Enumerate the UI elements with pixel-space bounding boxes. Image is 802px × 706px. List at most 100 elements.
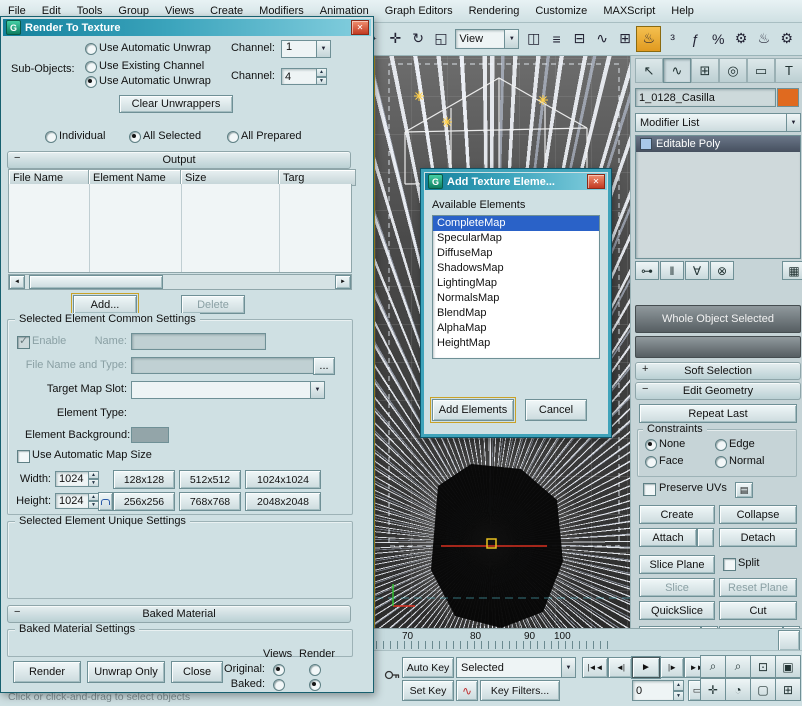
- menu-graph-editors[interactable]: Graph Editors: [377, 1, 461, 21]
- preserve-uvs-checkbox[interactable]: [643, 483, 656, 496]
- sub-auto-unwrap-radio[interactable]: [85, 76, 97, 88]
- pan-icon[interactable]: ✛: [700, 678, 726, 701]
- object-auto-unwrap-radio[interactable]: [85, 43, 97, 55]
- tab-hierarchy-icon[interactable]: ⊞: [691, 58, 719, 83]
- arc-rotate-icon[interactable]: ◔: [725, 678, 751, 701]
- size-2048-button[interactable]: 2048x2048: [245, 492, 321, 511]
- quick-render-icon[interactable]: ♨: [752, 27, 775, 51]
- settings-gear-icon[interactable]: ⚙: [730, 27, 753, 51]
- curve-editor-icon[interactable]: ∿: [591, 27, 614, 51]
- dropdown-arrow-icon[interactable]: [786, 114, 800, 131]
- tab-modify-icon[interactable]: ∿: [663, 58, 691, 83]
- original-views-radio[interactable]: [273, 664, 285, 676]
- list-item-blendmap[interactable]: BlendMap: [433, 306, 599, 321]
- object-color-swatch[interactable]: [777, 88, 799, 107]
- width-field[interactable]: 1024: [55, 471, 92, 487]
- go-to-start-button[interactable]: |◄◄: [582, 657, 608, 678]
- menu-rendering[interactable]: Rendering: [461, 1, 528, 21]
- enable-checkbox[interactable]: [17, 336, 30, 349]
- collapse-button[interactable]: Collapse: [719, 505, 797, 524]
- width-spinner[interactable]: [88, 471, 99, 487]
- element-background-swatch[interactable]: [131, 427, 169, 443]
- soft-selection-rollup[interactable]: + Soft Selection: [635, 362, 801, 380]
- scale-tool-icon[interactable]: ◱: [430, 27, 453, 51]
- list-item-heightmap[interactable]: HeightMap: [433, 336, 599, 351]
- preserve-uvs-settings-button[interactable]: ▤: [735, 482, 753, 498]
- frame-spinner[interactable]: [673, 680, 684, 701]
- configure-modifier-sets-icon[interactable]: ▦: [782, 261, 802, 280]
- use-existing-channel-radio[interactable]: [85, 61, 97, 73]
- pin-stack-icon[interactable]: ⊶: [635, 261, 659, 280]
- timeline-end-button[interactable]: [778, 630, 800, 651]
- clear-unwrappers-button[interactable]: Clear Unwrappers: [119, 95, 233, 113]
- all-selected-radio[interactable]: [129, 131, 141, 143]
- size-512-button[interactable]: 512x512: [179, 470, 241, 489]
- size-768-button[interactable]: 768x768: [179, 492, 241, 511]
- modifier-list-dropdown[interactable]: Modifier List: [635, 113, 801, 132]
- menu-customize[interactable]: Customize: [527, 1, 595, 21]
- selection-set-dropdown[interactable]: Selected: [456, 657, 576, 678]
- layer-manager-icon[interactable]: ⊟: [568, 27, 591, 51]
- channel-sub-spinner[interactable]: [316, 68, 327, 85]
- set-key-button[interactable]: Set Key: [402, 680, 454, 701]
- render-percent-icon[interactable]: %: [707, 27, 730, 51]
- next-frame-button[interactable]: |►: [660, 657, 684, 678]
- unwrap-only-button[interactable]: Unwrap Only: [87, 661, 165, 683]
- tab-create-icon[interactable]: ↖: [635, 58, 663, 83]
- align-tool-icon[interactable]: ≡: [545, 27, 568, 51]
- previous-frame-button[interactable]: ◄|: [608, 657, 632, 678]
- create-button[interactable]: Create: [639, 505, 715, 524]
- new-key-filter-icon[interactable]: ∿: [456, 680, 478, 701]
- material-editor-icon[interactable]: ƒ: [684, 27, 707, 51]
- render-button[interactable]: Render: [13, 661, 81, 683]
- object-name-field[interactable]: 1_0128_Casilla: [635, 88, 776, 107]
- make-unique-icon[interactable]: ∀: [685, 261, 709, 280]
- file-name-field[interactable]: [131, 357, 314, 374]
- list-item-specularmap[interactable]: SpecularMap: [433, 231, 599, 246]
- show-end-result-icon[interactable]: ‖: [660, 261, 684, 280]
- zoom-all-icon[interactable]: ⌕: [725, 655, 751, 678]
- zoom-extents-icon[interactable]: ⊡: [750, 655, 776, 678]
- channel-top-dropdown[interactable]: 1: [281, 40, 331, 58]
- close-icon[interactable]: ✕: [587, 174, 605, 189]
- output-table-body[interactable]: [8, 184, 352, 273]
- height-field[interactable]: 1024: [55, 493, 92, 509]
- baked-render-radio[interactable]: [309, 679, 321, 691]
- stack-item-editable-poly[interactable]: Editable Poly: [636, 136, 800, 152]
- attach-options-button[interactable]: [697, 528, 714, 547]
- dropdown-arrow-icon[interactable]: [561, 658, 575, 677]
- render-setup-icon[interactable]: ♨: [636, 26, 661, 52]
- schematic-view-icon[interactable]: ⊞: [614, 27, 637, 51]
- cancel-button[interactable]: Cancel: [525, 399, 587, 421]
- zoom-icon[interactable]: ⌕: [700, 655, 726, 678]
- list-item-lightingmap[interactable]: LightingMap: [433, 276, 599, 291]
- move-tool-icon[interactable]: ✛: [384, 27, 407, 51]
- target-map-slot-dropdown[interactable]: [131, 381, 325, 399]
- constraint-normal-radio[interactable]: [715, 456, 727, 468]
- scroll-left-icon[interactable]: ◄: [9, 275, 25, 289]
- constraint-edge-radio[interactable]: [715, 439, 727, 451]
- timeline[interactable]: 70 80 90 100: [374, 628, 802, 651]
- size-1024-button[interactable]: 1024x1024: [245, 470, 321, 489]
- attach-button[interactable]: Attach: [639, 528, 697, 547]
- channel-sub-field[interactable]: 4: [281, 68, 320, 85]
- key-filters-button[interactable]: Key Filters...: [480, 680, 560, 701]
- browse-button[interactable]: ...: [313, 357, 335, 375]
- list-item-diffusemap[interactable]: DiffuseMap: [433, 246, 599, 261]
- zoom-region-icon[interactable]: ▣: [775, 655, 801, 678]
- render-options-icon[interactable]: ⚙: [775, 27, 798, 51]
- rtt-titlebar[interactable]: G Render To Texture ✕: [3, 19, 371, 36]
- size-256-button[interactable]: 256x256: [113, 492, 175, 511]
- rotate-tool-icon[interactable]: ↻: [407, 27, 430, 51]
- remove-modifier-icon[interactable]: ⊗: [710, 261, 734, 280]
- output-hscrollbar[interactable]: ◄ ►: [8, 274, 352, 290]
- scroll-right-icon[interactable]: ►: [335, 275, 351, 289]
- dropdown-arrow-icon[interactable]: [504, 30, 518, 48]
- add-elements-button[interactable]: Add Elements: [432, 399, 514, 421]
- elements-listbox[interactable]: CompleteMap SpecularMap DiffuseMap Shado…: [432, 215, 600, 359]
- mirror-tool-icon[interactable]: ◫: [522, 27, 545, 51]
- menu-maxscript[interactable]: MAXScript: [595, 1, 663, 21]
- slice-plane-button[interactable]: Slice Plane: [639, 555, 715, 574]
- detach-button[interactable]: Detach: [719, 528, 797, 547]
- size-128-button[interactable]: 128x128: [113, 470, 175, 489]
